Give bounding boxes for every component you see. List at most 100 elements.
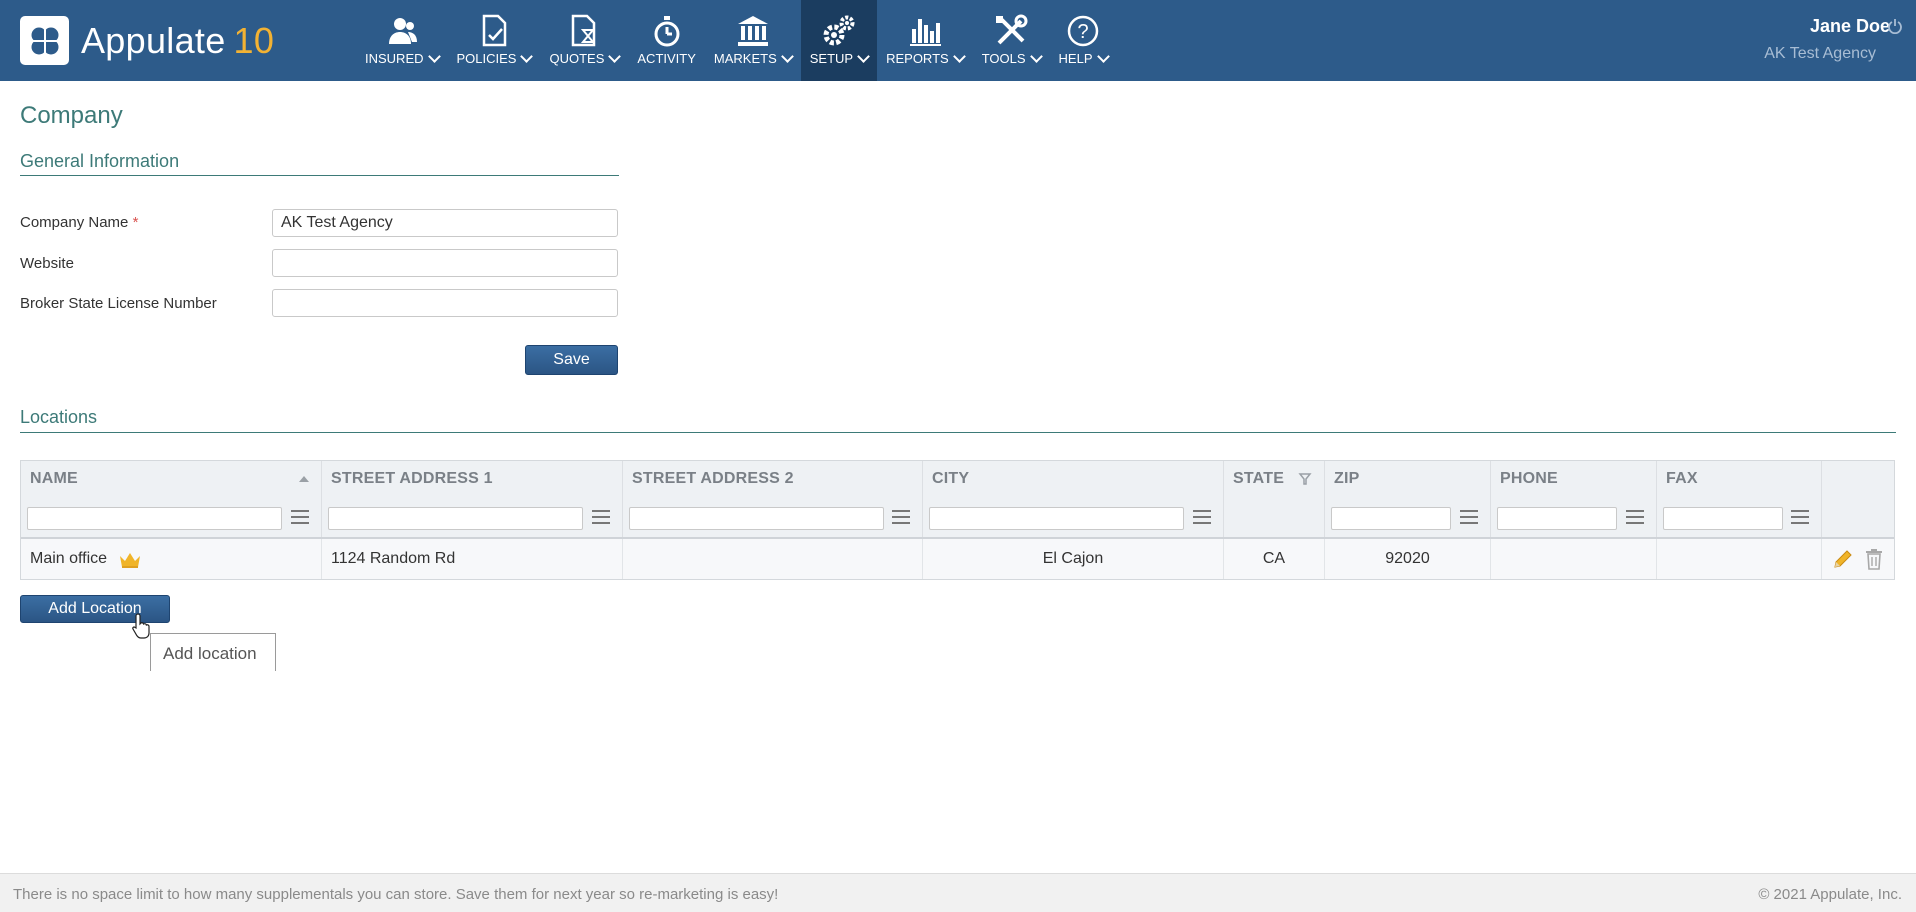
nav-label: HELP <box>1058 51 1093 66</box>
nav-label: TOOLS <box>981 51 1026 66</box>
filter-input-street2[interactable] <box>629 507 884 530</box>
column-menu-icon[interactable] <box>592 510 610 528</box>
filter-cell-zip <box>1325 497 1491 537</box>
column-menu-icon[interactable] <box>1460 510 1478 528</box>
grid-header: NAME STREET ADDRESS 1 STREET ADDRESS 2 C… <box>21 461 1894 498</box>
website-label: Website <box>20 255 74 272</box>
column-menu-icon[interactable] <box>1791 510 1809 528</box>
cell-zip: 92020 <box>1325 539 1491 579</box>
column-header-name[interactable]: NAME <box>21 461 322 497</box>
column-menu-icon[interactable] <box>892 510 910 528</box>
required-mark: * <box>132 214 139 231</box>
cell-actions <box>1822 539 1894 579</box>
website-input[interactable] <box>272 249 618 277</box>
sort-asc-icon <box>299 476 309 482</box>
filter-input-zip[interactable] <box>1331 507 1451 530</box>
grid-filter-row <box>21 497 1894 539</box>
nav-label: ACTIVITY <box>637 51 696 66</box>
user-menu[interactable]: Jane Doe AK Test Agency <box>1764 16 1902 63</box>
cell-phone <box>1491 539 1657 579</box>
column-header-state[interactable]: STATE <box>1224 461 1325 497</box>
nav-label: INSURED <box>365 51 424 66</box>
filter-icon[interactable] <box>1298 472 1312 486</box>
column-menu-icon[interactable] <box>1626 510 1644 528</box>
filter-input-street1[interactable] <box>328 507 583 530</box>
column-header-street2[interactable]: STREET ADDRESS 2 <box>623 461 923 497</box>
nav-help[interactable]: ? HELP <box>1050 0 1117 81</box>
column-menu-icon[interactable] <box>1193 510 1211 528</box>
column-menu-icon[interactable] <box>291 510 309 528</box>
footer-copyright: © 2021 Appulate, Inc. <box>1758 886 1902 903</box>
nav-label: MARKETS <box>713 51 777 66</box>
app-name: Appulate 10 <box>81 19 275 61</box>
filter-cell-street2 <box>623 497 923 537</box>
person-icon <box>388 18 417 44</box>
filter-cell-phone <box>1491 497 1657 537</box>
stopwatch-icon <box>654 16 680 47</box>
divider <box>20 175 619 176</box>
column-header-street1[interactable]: STREET ADDRESS 1 <box>322 461 623 497</box>
company-name-label: Company Name * <box>20 214 139 231</box>
nav-label: POLICIES <box>456 51 517 66</box>
license-label: Broker State License Number <box>20 295 217 312</box>
app-logo[interactable]: Appulate 10 <box>20 16 274 65</box>
column-header-phone[interactable]: PHONE <box>1491 461 1657 497</box>
help-icon: ? <box>1067 15 1099 47</box>
filter-input-city[interactable] <box>929 507 1184 530</box>
filter-input-phone[interactable] <box>1497 507 1617 530</box>
tools-icon <box>996 14 1028 45</box>
column-header-zip[interactable]: ZIP <box>1325 461 1491 497</box>
power-icon[interactable] <box>1888 18 1902 34</box>
cell-name: Main office <box>21 539 322 579</box>
locations-title: Locations <box>20 407 98 427</box>
nav-setup[interactable]: SETUP <box>800 0 878 81</box>
nav-policies[interactable]: POLICIES <box>448 0 541 81</box>
filter-cell-actions <box>1822 497 1894 537</box>
user-name: Jane Doe <box>1809 16 1890 36</box>
main-nav: INSURED POLICIES QUOTES ACTIVITY MARKETS… <box>356 0 1117 81</box>
nav-tools[interactable]: TOOLS <box>973 0 1050 81</box>
chevron-down-icon <box>608 50 622 63</box>
chevron-down-icon <box>857 50 870 63</box>
footer-tip: There is no space limit to how many supp… <box>13 886 779 903</box>
filter-cell-name <box>21 497 322 537</box>
nav-activity[interactable]: ACTIVITY <box>628 0 705 81</box>
filter-input-name[interactable] <box>27 507 282 530</box>
policy-doc-icon <box>482 14 507 47</box>
user-agency: AK Test Agency <box>1764 45 1876 62</box>
nav-label: QUOTES <box>549 51 605 66</box>
table-row[interactable]: Main office 1124 Random Rd El Cajon CA 9… <box>21 539 1894 579</box>
locations-grid: NAME STREET ADDRESS 1 STREET ADDRESS 2 C… <box>20 460 1895 580</box>
location-name: Main office <box>30 550 108 567</box>
cell-street1: 1124 Random Rd <box>322 539 623 579</box>
edit-pencil-icon[interactable] <box>1832 548 1854 570</box>
divider <box>20 432 1896 433</box>
cell-fax <box>1657 539 1822 579</box>
crown-icon <box>120 553 140 568</box>
trash-icon[interactable] <box>1864 548 1884 570</box>
cell-street2 <box>623 539 923 579</box>
nav-reports[interactable]: REPORTS <box>877 0 973 81</box>
filter-cell-street1 <box>322 497 623 537</box>
nav-quotes[interactable]: QUOTES <box>540 0 628 81</box>
column-header-actions <box>1822 461 1894 497</box>
filter-input-fax[interactable] <box>1663 507 1783 530</box>
nav-markets[interactable]: MARKETS <box>705 0 801 81</box>
bank-icon <box>737 16 768 46</box>
company-name-input[interactable] <box>272 209 618 237</box>
column-header-city[interactable]: CITY <box>923 461 1224 497</box>
svg-text:?: ? <box>1077 21 1088 43</box>
chevron-down-icon <box>952 50 966 63</box>
quote-doc-icon <box>572 14 596 47</box>
filter-cell-city <box>923 497 1224 537</box>
column-header-fax[interactable]: FAX <box>1657 461 1822 497</box>
general-info-title: General Information <box>20 151 180 171</box>
top-navbar: Appulate 10 INSURED POLICIES QUOTES ACTIV… <box>0 0 1916 81</box>
clover-logo-icon <box>20 16 69 65</box>
add-location-tooltip: Add location <box>150 633 276 671</box>
license-input[interactable] <box>272 289 618 317</box>
nav-insured[interactable]: INSURED <box>356 0 448 81</box>
chevron-down-icon <box>520 50 534 63</box>
nav-label: REPORTS <box>886 51 949 66</box>
save-button[interactable]: Save <box>525 345 618 375</box>
